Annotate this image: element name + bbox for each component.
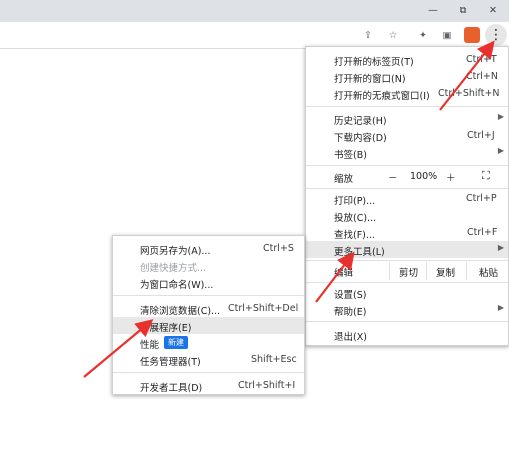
menu-item-label: 打开新的无痕式窗口(I): [334, 91, 430, 102]
menu-item-label: 设置(S): [334, 290, 367, 301]
zoom-row: 缩放 － 100% ＋ ⛶: [306, 167, 508, 186]
profile-avatar[interactable]: [462, 25, 482, 45]
cut-label: 剪切: [399, 268, 419, 279]
paste-label: 粘贴: [479, 268, 499, 279]
menu-item-label: 开发者工具(D): [140, 383, 203, 394]
zoom-value: 100%: [410, 171, 438, 182]
menu-item-label: 打开新的标签页(T): [334, 57, 414, 68]
zoom-in-button[interactable]: ＋: [446, 170, 456, 184]
menu-item-more-tools[interactable]: 更多工具(L) ▶: [306, 241, 508, 258]
submenu-item-performance[interactable]: 性能 新建: [113, 334, 304, 351]
menu-item-find[interactable]: 查找(F)... Ctrl+F: [306, 224, 508, 241]
submenu-item-save-as[interactable]: 网页另存为(A)... Ctrl+S: [113, 240, 304, 257]
avatar: [464, 27, 480, 43]
submenu-item-clear-data[interactable]: 清除浏览数据(C)... Ctrl+Shift+Del: [113, 300, 304, 317]
menu-item-new-incognito[interactable]: 打开新的无痕式窗口(I) Ctrl+Shift+N: [306, 85, 508, 102]
close-window-button[interactable]: ✕: [478, 0, 508, 20]
menu-divider: [113, 372, 304, 373]
minimize-button[interactable]: —: [418, 0, 448, 20]
menu-divider: [306, 106, 508, 107]
menu-item-label: 网页另存为(A)...: [140, 246, 211, 257]
menu-shortcut: Ctrl+Shift+N: [438, 88, 500, 99]
chrome-main-menu: 打开新的标签页(T) Ctrl+T 打开新的窗口(N) Ctrl+N 打开新的无…: [305, 46, 509, 346]
share-icon[interactable]: ⇪: [358, 25, 378, 45]
submenu-arrow-icon: ▶: [497, 303, 504, 312]
menu-shortcut: Ctrl+P: [466, 193, 497, 204]
menu-item-label: 任务管理器(T): [140, 357, 201, 368]
menu-item-label: 退出(X): [334, 332, 367, 343]
menu-shortcut: Ctrl+Shift+Del: [228, 303, 299, 314]
menu-item-help[interactable]: 帮助(E) ▶: [306, 301, 508, 318]
menu-item-label: 帮助(E): [334, 307, 367, 318]
submenu-item-task-manager[interactable]: 任务管理器(T) Shift+Esc: [113, 351, 304, 368]
zoom-out-button[interactable]: －: [388, 170, 398, 184]
submenu-arrow-icon: ▶: [497, 243, 504, 252]
menu-item-history[interactable]: 历史记录(H) ▶: [306, 110, 508, 127]
menu-item-label: 历史记录(H): [334, 116, 387, 127]
menu-item-label: 书签(B): [334, 150, 367, 161]
menu-item-label: 性能: [140, 340, 160, 351]
menu-divider: [306, 188, 508, 189]
side-panel-icon[interactable]: ▣: [437, 25, 457, 45]
window-titlebar: — ⧉ ✕: [0, 0, 509, 22]
submenu-item-extensions[interactable]: 扩展程序(E): [113, 317, 304, 334]
menu-item-bookmarks[interactable]: 书签(B) ▶: [306, 144, 508, 161]
extensions-puzzle-icon[interactable]: ✦: [413, 25, 433, 45]
menu-item-print[interactable]: 打印(P)... Ctrl+P: [306, 190, 508, 207]
menu-item-cast[interactable]: 投放(C)...: [306, 207, 508, 224]
menu-item-label: 打开新的窗口(N): [334, 74, 406, 85]
menu-item-label: 扩展程序(E): [140, 323, 192, 334]
submenu-item-devtools[interactable]: 开发者工具(D) Ctrl+Shift+I: [113, 377, 304, 394]
menu-divider: [306, 165, 508, 166]
submenu-item-name-window[interactable]: 为窗口命名(W)...: [113, 274, 304, 291]
menu-item-label: 下载内容(D): [334, 133, 387, 144]
submenu-arrow-icon: ▶: [497, 146, 504, 155]
menu-item-new-tab[interactable]: 打开新的标签页(T) Ctrl+T: [306, 51, 508, 68]
menu-shortcut: Ctrl+J: [467, 130, 495, 141]
menu-divider: [113, 295, 304, 296]
menu-item-label: 查找(F)...: [334, 230, 375, 241]
menu-item-label: 清除浏览数据(C)...: [140, 306, 221, 317]
copy-label: 复制: [436, 268, 456, 279]
menu-item-label: 打印(P)...: [334, 196, 376, 207]
menu-item-settings[interactable]: 设置(S): [306, 284, 508, 301]
menu-item-label: 为窗口命名(W)...: [140, 280, 214, 291]
menu-shortcut: Shift+Esc: [251, 354, 297, 365]
new-badge: 新建: [164, 336, 188, 349]
menu-item-exit[interactable]: 退出(X): [306, 326, 508, 343]
copy-button[interactable]: 复制: [427, 262, 467, 280]
menu-divider: [306, 260, 508, 261]
menu-item-label: 创建快捷方式...: [140, 263, 207, 274]
menu-item-label: 更多工具(L): [334, 247, 385, 258]
bookmark-star-icon[interactable]: ☆: [383, 25, 403, 45]
menu-shortcut: Ctrl+N: [466, 71, 498, 82]
submenu-item-create-shortcut[interactable]: 创建快捷方式...: [113, 257, 304, 274]
menu-divider: [306, 282, 508, 283]
cut-button[interactable]: 剪切: [389, 262, 427, 280]
menu-divider: [306, 321, 508, 322]
browser-toolbar: ⇪ ☆ ✦ ▣ ⋮: [0, 22, 509, 49]
restore-button[interactable]: ⧉: [448, 0, 478, 20]
paste-button[interactable]: 粘贴: [467, 262, 508, 280]
fullscreen-icon[interactable]: ⛶: [482, 169, 490, 183]
menu-shortcut: Ctrl+F: [467, 227, 498, 238]
menu-shortcut: Ctrl+Shift+I: [238, 380, 296, 391]
submenu-arrow-icon: ▶: [497, 112, 504, 121]
menu-item-new-window[interactable]: 打开新的窗口(N) Ctrl+N: [306, 68, 508, 85]
more-tools-submenu: 网页另存为(A)... Ctrl+S 创建快捷方式... 为窗口命名(W)...…: [112, 235, 305, 395]
edit-label: 编辑: [334, 268, 354, 279]
menu-item-label: 投放(C)...: [334, 213, 377, 224]
menu-item-downloads[interactable]: 下载内容(D) Ctrl+J: [306, 127, 508, 144]
edit-row: 编辑 剪切 复制 粘贴: [306, 262, 508, 280]
menu-shortcut: Ctrl+T: [466, 54, 497, 65]
zoom-label: 缩放: [334, 174, 354, 185]
menu-shortcut: Ctrl+S: [263, 243, 294, 254]
chrome-menu-button[interactable]: ⋮: [485, 24, 507, 46]
